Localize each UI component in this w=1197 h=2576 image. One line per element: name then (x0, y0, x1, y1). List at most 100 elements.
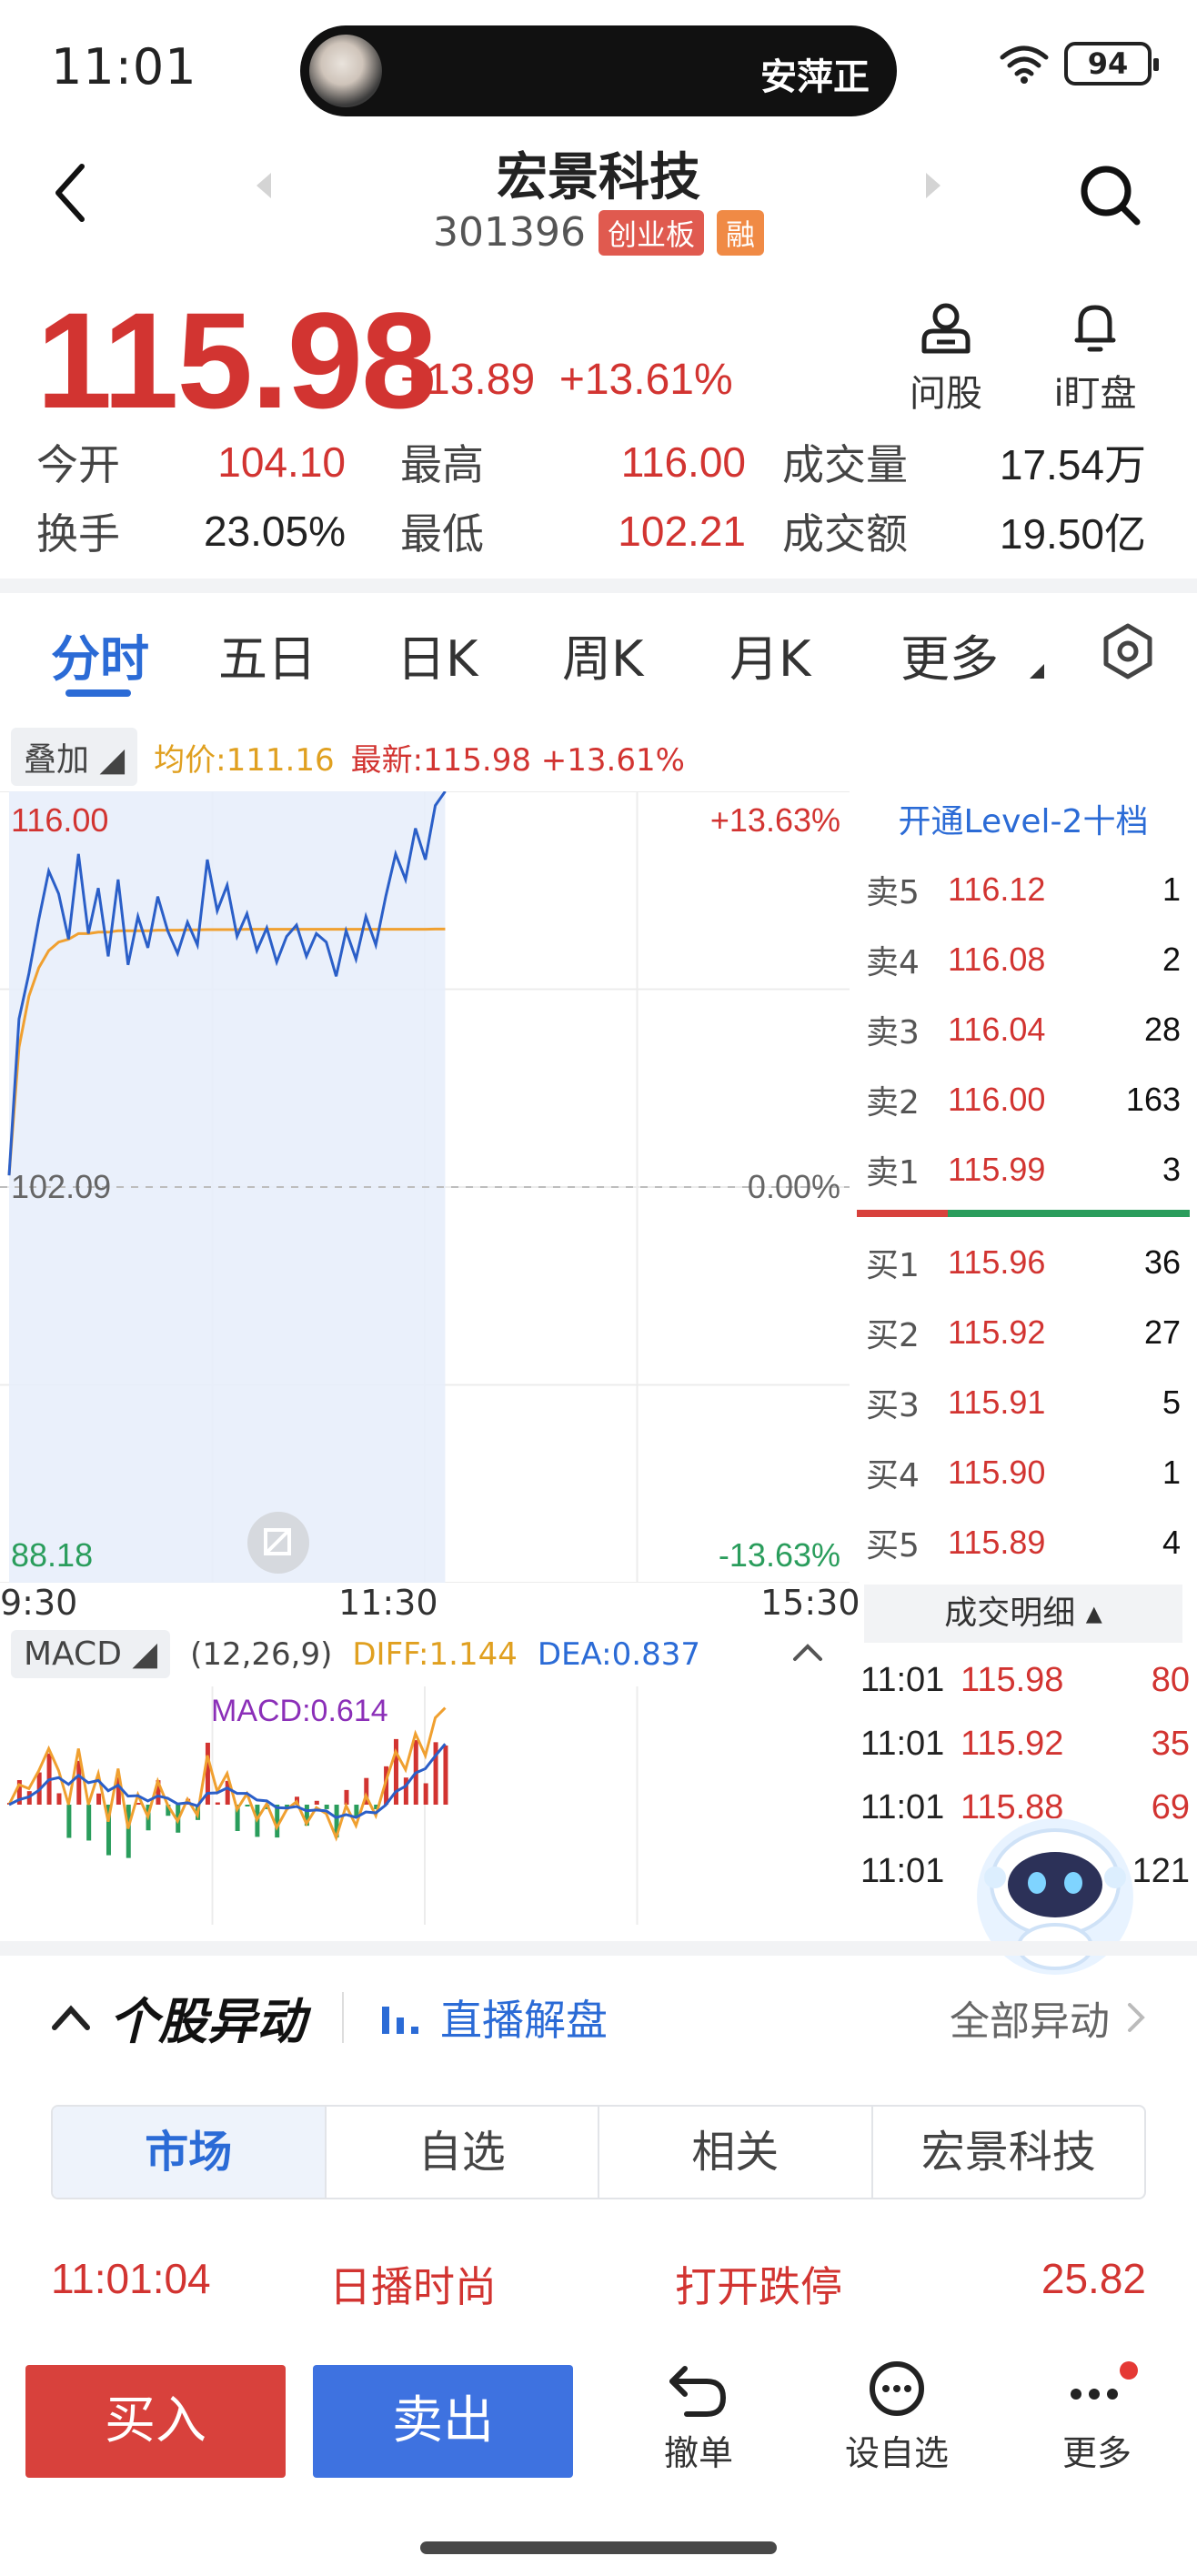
trade-time: 11:01 (860, 1851, 945, 1890)
macd-bar (86, 1805, 92, 1841)
time-mid: 11:30 (338, 1583, 438, 1623)
settings-hexagon-icon[interactable] (1099, 622, 1157, 680)
volume-label: 成交量 (782, 440, 908, 489)
volume-value: 17.54万 (999, 441, 1146, 488)
open-value: 104.10 (217, 438, 346, 486)
trade-time: 11:01 (860, 1724, 945, 1763)
all-anomalies-link[interactable]: 全部异动 (950, 1988, 1146, 2047)
chart-top-pct: +13.63% (710, 801, 840, 839)
bid-label: 买4 (866, 1457, 920, 1494)
segment-market[interactable]: 市场 (53, 2107, 327, 2198)
bell-icon (1074, 305, 1116, 352)
ask-row: 卖2 116.00 163 (857, 1065, 1190, 1134)
trade-row: 11:01 115.98 80 (860, 1648, 1190, 1712)
macd-bar (275, 1805, 280, 1838)
macd-dea: DEA:0.837 (537, 1635, 700, 1673)
dynamic-island[interactable]: 安萍正 (300, 25, 897, 116)
macd-bar (245, 1805, 250, 1806)
tab-more[interactable]: 更多 (900, 619, 999, 690)
bid-volume: 4 (1162, 1524, 1181, 1561)
open-label: 今开 (36, 440, 120, 489)
collapse-chevron-icon[interactable] (791, 1641, 824, 1663)
macd-bar (96, 1793, 102, 1805)
segment-watchlist[interactable]: 自选 (327, 2107, 599, 2198)
macd-value: MACD:0.614 (211, 1694, 388, 1728)
anomaly-header: 个股异动 直播解盘 (51, 1981, 608, 2053)
ask-label: 卖3 (866, 1014, 920, 1052)
margin-tag: 融 (716, 209, 764, 256)
order-book-split-bar (857, 1210, 1190, 1217)
anomaly-title: 个股异动 (109, 1993, 306, 2050)
chart-bottom-pct: -13.63% (719, 1536, 840, 1574)
level2-link[interactable]: 开通Level-2十档 (857, 795, 1190, 842)
bid-price: 115.90 (948, 1454, 1046, 1491)
trade-price: 115.92 (961, 1724, 1064, 1763)
average-price: 均价:111.16 (154, 741, 335, 779)
trade-volume: 35 (1151, 1724, 1190, 1763)
ask-price: 115.99 (948, 1151, 1046, 1188)
person-icon (921, 303, 971, 354)
bid-row: 买2 115.92 27 (857, 1298, 1190, 1367)
chart-mid-pct: 0.00% (748, 1168, 840, 1205)
stock-code-row: 301396 创业板 融 (0, 209, 1197, 256)
overlay-button[interactable]: 叠加 ◢ (11, 728, 138, 786)
time-start: 9:30 (0, 1583, 78, 1623)
ask-label: 卖5 (866, 874, 920, 911)
macd-bar (344, 1789, 349, 1805)
live-analysis-link[interactable]: 直播解盘 (440, 1987, 608, 2048)
more-button[interactable]: 更多 (1024, 2361, 1170, 2475)
ask-price: 116.04 (948, 1011, 1046, 1048)
bid-price: 115.92 (948, 1313, 1046, 1351)
cancel-order-button[interactable]: 撤单 (626, 2361, 771, 2475)
macd-bar (66, 1805, 72, 1838)
macd-params: (12,26,9) (190, 1635, 333, 1673)
macd-bar (215, 1802, 220, 1805)
battery-icon: 94 (1064, 42, 1159, 86)
intraday-chart[interactable]: 116.00 +13.63% 102.09 0.00% 88.18 -13.63… (0, 791, 850, 1583)
ask-volume: 3 (1162, 1151, 1181, 1188)
chat-dots-icon (870, 2361, 924, 2416)
latest-price: 最新:115.98 +13.61% (350, 741, 685, 779)
ask-label: 卖4 (866, 944, 920, 981)
bid-volume: 1 (1162, 1454, 1181, 1491)
news-time: 11:01:04 (51, 2255, 211, 2302)
trade-time: 11:01 (860, 1660, 945, 1699)
add-watchlist-button[interactable]: 设自选 (824, 2361, 970, 2475)
macd-selector[interactable]: MACD ◢ (11, 1630, 171, 1678)
sell-button[interactable]: 卖出 (313, 2365, 573, 2478)
robot-assistant-icon[interactable] (964, 1801, 1146, 1983)
chevron-right-icon (1128, 2003, 1145, 2032)
bid-row: 买1 115.96 36 (857, 1228, 1190, 1297)
tab-monthly-k[interactable]: 月K (729, 619, 810, 690)
trade-details-header[interactable]: 成交明细 ▴ (864, 1585, 1182, 1643)
undo-icon (669, 2366, 727, 2417)
watch-label: i盯盘 (1053, 373, 1137, 415)
trade-volume: 80 (1151, 1660, 1190, 1699)
chevron-up-icon[interactable] (51, 2004, 91, 2031)
tab-weekly-k[interactable]: 周K (562, 619, 643, 690)
change-percent: +13.61% (558, 356, 733, 404)
buy-button[interactable]: 买入 (25, 2365, 286, 2478)
macd-bar (423, 1783, 428, 1805)
tab-daily-k[interactable]: 日K (397, 619, 478, 690)
system-icons: 94 (997, 42, 1159, 86)
bid-row: 买5 115.89 4 (857, 1508, 1190, 1577)
anomaly-news-row[interactable]: 11:01:04 日播时尚 打开跌停 25.82 (51, 2254, 1146, 2314)
bid-volume: 36 (1143, 1243, 1181, 1281)
bid-label: 买2 (866, 1317, 920, 1354)
bar-chart-icon (382, 2006, 418, 2034)
tab-intraday[interactable]: 分时 (51, 619, 149, 690)
segment-related[interactable]: 相关 (599, 2107, 873, 2198)
turnover-value: 23.05% (203, 508, 346, 555)
ask-volume: 163 (1125, 1081, 1181, 1118)
home-indicator[interactable] (420, 2541, 777, 2554)
tab-five-day[interactable]: 五日 (218, 619, 317, 690)
trade-time: 11:01 (860, 1787, 945, 1826)
segment-stock[interactable]: 宏景科技 (873, 2107, 1145, 2198)
search-button[interactable] (1073, 158, 1146, 231)
watch-button[interactable]: i盯盘 (1041, 300, 1150, 417)
more-triangle-icon (1030, 664, 1044, 679)
section-divider (0, 579, 1197, 593)
ask-stock-label: 问股 (910, 373, 982, 415)
ask-stock-button[interactable]: 问股 (891, 300, 1001, 417)
